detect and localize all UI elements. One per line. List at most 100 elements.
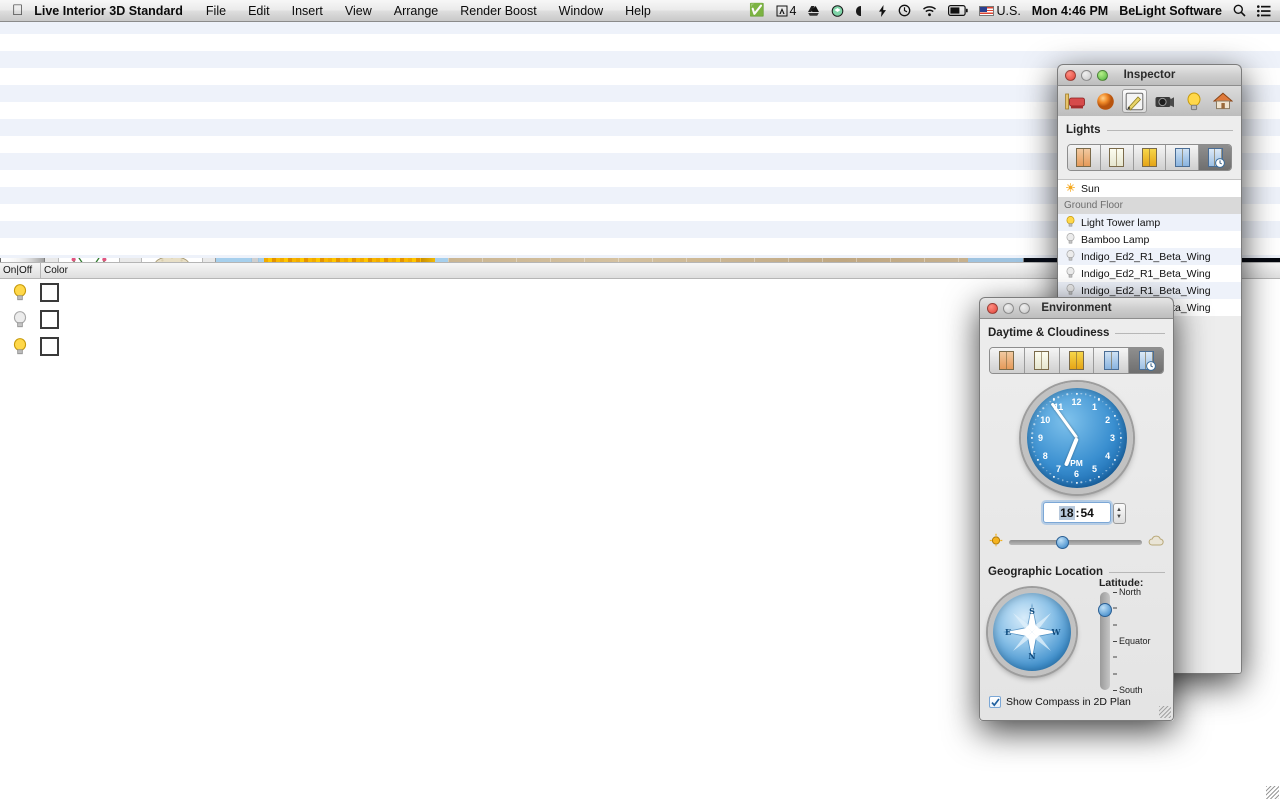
evening-light-icon[interactable]: [1133, 145, 1167, 170]
bulb-off-icon[interactable]: [1066, 283, 1075, 298]
cloudiness-slider[interactable]: [1009, 536, 1142, 549]
bulb-on-icon[interactable]: [0, 284, 40, 301]
resize-grip-icon[interactable]: [1266, 786, 1279, 799]
clock-tick: [1089, 479, 1091, 482]
clock-tick: [1120, 441, 1122, 444]
menubar-clock[interactable]: Mon 4:46 PM: [1032, 4, 1108, 18]
bulb-off-icon[interactable]: [1066, 249, 1075, 264]
flash-icon[interactable]: [878, 4, 887, 17]
bulb-off-icon[interactable]: [1066, 232, 1075, 247]
material-sphere-tab-icon[interactable]: [1093, 89, 1118, 113]
menu-file[interactable]: File: [195, 4, 237, 18]
clock-tick: [1032, 446, 1034, 448]
lights-list-item[interactable]: Sun: [1058, 180, 1241, 197]
daylight-icon[interactable]: [1024, 348, 1060, 373]
checkmark-badge-icon[interactable]: ✅: [749, 3, 765, 18]
lights-list-item[interactable]: Indigo_Ed2_R1_Beta_Wing: [1058, 265, 1241, 282]
menu-render-boost[interactable]: Render Boost: [449, 4, 547, 18]
bulb-on-icon[interactable]: [1066, 215, 1075, 230]
menu-insert[interactable]: Insert: [281, 4, 334, 18]
minimize-button[interactable]: [1081, 69, 1092, 81]
daytime-clock[interactable]: PM 12 1 2 3 4 5 6 7 8 9 10 11: [1020, 382, 1133, 494]
edit-pencil-tab-icon[interactable]: [1122, 89, 1148, 113]
menubar-user[interactable]: BeLight Software: [1119, 4, 1222, 18]
morning-light-icon[interactable]: [990, 348, 1025, 373]
time-machine-icon[interactable]: [898, 4, 911, 17]
night-light-icon[interactable]: [1166, 145, 1200, 170]
color-swatch[interactable]: [40, 337, 59, 356]
clock-tick: [1049, 473, 1052, 475]
close-button[interactable]: [1065, 69, 1076, 81]
battery-icon[interactable]: [948, 5, 969, 16]
clock-tick: [1062, 479, 1064, 482]
cloudiness-slider-knob[interactable]: [1056, 536, 1070, 549]
compass-rose-icon[interactable]: S N E W: [988, 588, 1076, 676]
custom-time-light-icon[interactable]: [1129, 348, 1163, 373]
zoom-button[interactable]: [1019, 302, 1030, 314]
zoom-button[interactable]: [1097, 69, 1108, 81]
menubar-app-title[interactable]: Live Interior 3D Standard: [34, 4, 195, 18]
inspector-lights-list[interactable]: Sun Ground Floor Light Tower lamp Bamboo…: [1058, 179, 1241, 316]
clock-tick: [1118, 451, 1120, 453]
apple-menu-icon[interactable]: : [0, 3, 34, 18]
light-bulb-tab-icon[interactable]: [1181, 89, 1206, 113]
google-drive-icon[interactable]: [807, 5, 820, 17]
time-stepper[interactable]: ▲ ▼: [1112, 503, 1126, 524]
close-button[interactable]: [987, 302, 998, 314]
menu-view[interactable]: View: [334, 4, 383, 18]
time-input[interactable]: 18 : 54 ▲ ▼: [1042, 502, 1126, 524]
bulb-on-icon[interactable]: [0, 338, 40, 355]
daytime-segmented-control[interactable]: [989, 347, 1164, 374]
sun-icon[interactable]: [1066, 182, 1075, 196]
inspector-daylight-segmented[interactable]: [1067, 144, 1232, 171]
stepper-up-icon[interactable]: ▲: [1116, 507, 1122, 514]
morning-light-icon[interactable]: [1068, 145, 1101, 170]
column-header-onoff[interactable]: On|Off: [0, 263, 41, 278]
show-compass-checkbox-row[interactable]: Show Compass in 2D Plan: [989, 696, 1131, 708]
resize-grip-icon[interactable]: [1159, 706, 1171, 718]
lights-list-item[interactable]: Indigo_Ed2_R1_Beta_Wing: [1058, 248, 1241, 265]
evening-light-icon[interactable]: [1059, 348, 1095, 373]
input-locale[interactable]: U.S.: [979, 4, 1021, 18]
clock-tick: [1113, 414, 1117, 417]
list-icon[interactable]: [1257, 4, 1271, 17]
daylight-icon[interactable]: [1100, 145, 1134, 170]
lights-group-label: Ground Floor: [1064, 200, 1123, 211]
adobe-icon[interactable]: 4: [776, 4, 796, 18]
bulb-off-icon[interactable]: [1066, 266, 1075, 281]
lights-list-item-label: Bamboo Lamp: [1081, 233, 1150, 246]
menu-help[interactable]: Help: [614, 4, 662, 18]
dropbox-icon[interactable]: [831, 4, 844, 17]
latitude-slider-knob[interactable]: [1097, 602, 1112, 617]
house-tab-icon[interactable]: [1211, 89, 1236, 113]
camera-tab-icon[interactable]: [1152, 89, 1177, 113]
environment-titlebar[interactable]: Environment: [979, 297, 1174, 319]
show-compass-checkbox[interactable]: [989, 696, 1001, 708]
clock-tick: [1105, 470, 1107, 472]
time-hours[interactable]: 18: [1059, 505, 1075, 520]
menu-arrange[interactable]: Arrange: [383, 4, 449, 18]
minimize-button[interactable]: [1003, 302, 1014, 314]
menu-edit[interactable]: Edit: [237, 4, 281, 18]
furniture-tab-icon[interactable]: [1063, 89, 1088, 113]
column-header-color[interactable]: Color: [41, 263, 71, 278]
evernote-icon[interactable]: [855, 5, 867, 17]
time-minutes[interactable]: 54: [1081, 506, 1094, 520]
inspector-titlebar[interactable]: Inspector: [1057, 64, 1242, 86]
color-swatch[interactable]: [40, 310, 59, 329]
search-icon[interactable]: [1233, 4, 1246, 17]
clock-tick: [1066, 393, 1068, 396]
wifi-icon[interactable]: [922, 5, 937, 17]
stepper-down-icon[interactable]: ▼: [1116, 514, 1122, 521]
latitude-slider[interactable]: North Equator South: [1097, 587, 1151, 695]
lights-list-item[interactable]: Bamboo Lamp: [1058, 231, 1241, 248]
clock-numeral: 10: [1040, 415, 1051, 425]
clock-tick: [1042, 467, 1045, 469]
custom-time-light-icon[interactable]: [1199, 145, 1231, 170]
latitude-tick: South: [1113, 685, 1143, 695]
lights-list-item[interactable]: Light Tower lamp: [1058, 214, 1241, 231]
color-swatch[interactable]: [40, 283, 59, 302]
menu-window[interactable]: Window: [548, 4, 614, 18]
night-light-icon[interactable]: [1094, 348, 1130, 373]
bulb-off-icon[interactable]: [0, 311, 40, 328]
